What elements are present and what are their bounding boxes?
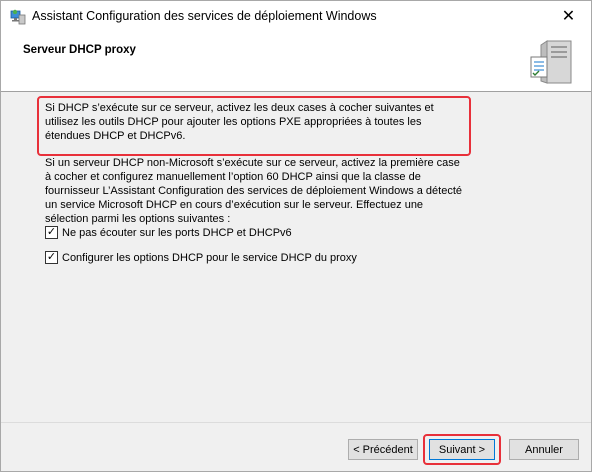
checkbox-row-configure-proxy[interactable]: ✓ Configurer les options DHCP pour le se…	[45, 251, 357, 264]
title-bar: Assistant Configuration des services de …	[1, 1, 591, 31]
dhcp-instructions-text: Si DHCP s’exécute sur ce serveur, active…	[45, 102, 434, 142]
close-icon: ✕	[561, 8, 576, 25]
close-button[interactable]: ✕	[546, 1, 591, 31]
previous-button[interactable]: < Précédent	[348, 439, 418, 460]
no-listen-label[interactable]: Ne pas écouter sur les ports DHCP et DHC…	[62, 227, 292, 239]
footer-divider	[1, 422, 591, 423]
checkmark-icon: ✓	[46, 251, 57, 263]
wizard-window: Assistant Configuration des services de …	[0, 0, 592, 472]
deployment-services-icon	[10, 9, 26, 25]
next-button[interactable]: Suivant >	[429, 439, 495, 460]
checkbox-row-no-listen[interactable]: ✓ Ne pas écouter sur les ports DHCP et D…	[45, 226, 292, 239]
configure-proxy-checkbox[interactable]: ✓	[45, 251, 58, 264]
checkmark-icon: ✓	[46, 226, 57, 238]
wizard-content: Si DHCP s’exécute sur ce serveur, active…	[1, 92, 591, 422]
configure-proxy-label[interactable]: Configurer les options DHCP pour le serv…	[62, 252, 357, 264]
no-listen-checkbox[interactable]: ✓	[45, 226, 58, 239]
dhcp-detection-text: Si un serveur DHCP non-Microsoft s’exécu…	[45, 157, 463, 225]
server-icon	[530, 40, 572, 84]
page-title: Serveur DHCP proxy	[23, 44, 136, 56]
wizard-header: Serveur DHCP proxy	[1, 31, 591, 92]
window-title: Assistant Configuration des services de …	[32, 9, 377, 23]
cancel-button[interactable]: Annuler	[509, 439, 579, 460]
